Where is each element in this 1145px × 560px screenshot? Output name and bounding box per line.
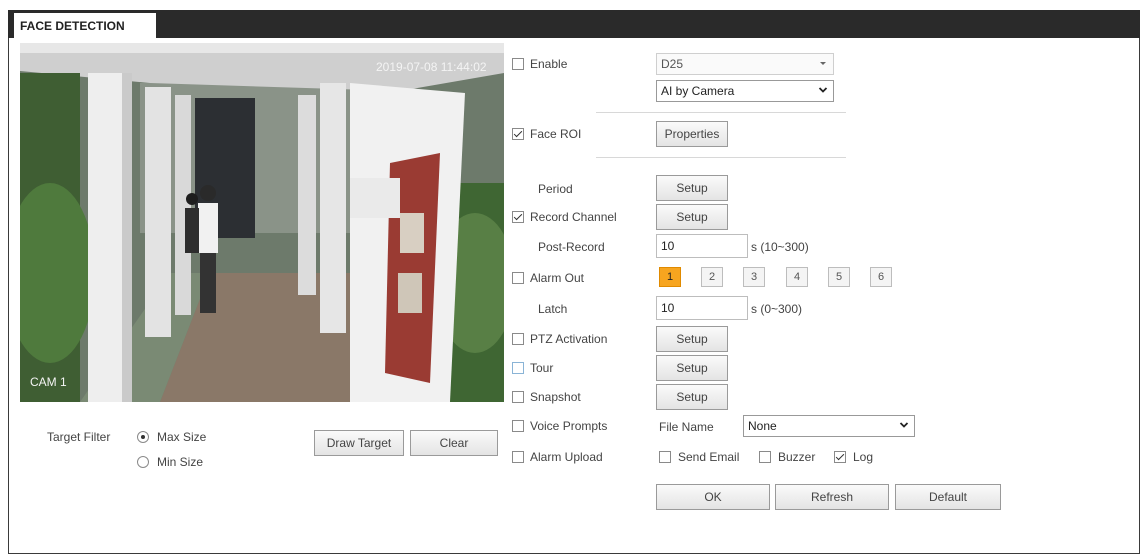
alarm-output-4[interactable]: 4 xyxy=(786,267,808,287)
section-divider xyxy=(596,157,846,158)
min-size-radio[interactable] xyxy=(137,456,149,468)
detection-mode-value: AI by Camera xyxy=(661,84,735,98)
channel-select[interactable]: D25 xyxy=(656,53,834,75)
refresh-button[interactable]: Refresh xyxy=(775,484,889,510)
camera-preview[interactable]: 2019-07-08 11:44:02 CAM 1 xyxy=(20,43,504,402)
video-timestamp: 2019-07-08 11:44:02 xyxy=(376,60,487,74)
max-size-radio[interactable] xyxy=(137,431,149,443)
post-record-range: s (10~300) xyxy=(751,240,809,254)
period-label: Period xyxy=(538,182,573,196)
period-setup-button[interactable]: Setup xyxy=(656,175,728,201)
snapshot-setup-button[interactable]: Setup xyxy=(656,384,728,410)
min-size-label: Min Size xyxy=(157,455,204,469)
alarm-output-1[interactable]: 1 xyxy=(659,267,681,287)
alarm-out-label: Alarm Out xyxy=(530,271,585,285)
send-email-checkbox[interactable] xyxy=(659,451,671,463)
draw-target-button[interactable]: Draw Target xyxy=(314,430,404,456)
alarm-output-5[interactable]: 5 xyxy=(828,267,850,287)
camera-scene-image xyxy=(20,43,504,402)
latch-range: s (0~300) xyxy=(751,302,803,316)
tour-label: Tour xyxy=(530,361,554,375)
alarm-upload-checkbox[interactable] xyxy=(512,451,524,463)
record-channel-label: Record Channel xyxy=(530,210,617,224)
tab-face-detection[interactable]: FACE DETECTION xyxy=(14,13,156,38)
latch-input[interactable]: 10 xyxy=(656,296,748,320)
file-name-value: None xyxy=(748,419,777,433)
record-channel-checkbox[interactable] xyxy=(512,211,524,223)
file-name-select[interactable]: None xyxy=(743,415,915,437)
log-label: Log xyxy=(853,450,874,464)
ok-button[interactable]: OK xyxy=(656,484,770,510)
file-name-label: File Name xyxy=(659,420,714,434)
ptz-setup-button[interactable]: Setup xyxy=(656,326,728,352)
target-filter-label: Target Filter xyxy=(47,430,111,444)
snapshot-checkbox[interactable] xyxy=(512,391,524,403)
alarm-output-2[interactable]: 2 xyxy=(701,267,723,287)
buzzer-label: Buzzer xyxy=(778,450,816,464)
clear-button[interactable]: Clear xyxy=(410,430,498,456)
section-divider xyxy=(596,112,846,113)
alarm-out-checkbox[interactable] xyxy=(512,272,524,284)
alarm-output-6[interactable]: 6 xyxy=(870,267,892,287)
alarm-output-3[interactable]: 3 xyxy=(743,267,765,287)
snapshot-label: Snapshot xyxy=(530,390,581,404)
tour-checkbox[interactable] xyxy=(512,362,524,374)
alarm-upload-label: Alarm Upload xyxy=(530,450,603,464)
default-button[interactable]: Default xyxy=(895,484,1001,510)
enable-checkbox[interactable] xyxy=(512,58,524,70)
max-size-label: Max Size xyxy=(157,430,207,444)
voice-prompts-checkbox[interactable] xyxy=(512,420,524,432)
tour-setup-button[interactable]: Setup xyxy=(656,355,728,381)
log-checkbox[interactable] xyxy=(834,451,846,463)
face-roi-checkbox[interactable] xyxy=(512,128,524,140)
voice-prompts-label: Voice Prompts xyxy=(530,419,608,433)
ptz-activation-checkbox[interactable] xyxy=(512,333,524,345)
record-channel-setup-button[interactable]: Setup xyxy=(656,204,728,230)
latch-label: Latch xyxy=(538,302,568,316)
detection-mode-select[interactable]: AI by Camera xyxy=(656,80,834,102)
send-email-label: Send Email xyxy=(678,450,740,464)
chevron-down-icon xyxy=(820,62,826,65)
channel-select-value: D25 xyxy=(661,57,684,71)
face-roi-label: Face ROI xyxy=(530,127,582,141)
buzzer-checkbox[interactable] xyxy=(759,451,771,463)
chevron-down-icon xyxy=(818,87,828,93)
chevron-down-icon xyxy=(899,422,909,428)
post-record-input[interactable]: 10 xyxy=(656,234,748,258)
post-record-label: Post-Record xyxy=(538,240,605,254)
video-channel-label: CAM 1 xyxy=(30,375,67,389)
enable-label: Enable xyxy=(530,57,568,71)
ptz-activation-label: PTZ Activation xyxy=(530,332,608,346)
header-bar: FACE DETECTION xyxy=(8,10,1140,38)
properties-button[interactable]: Properties xyxy=(656,121,728,147)
